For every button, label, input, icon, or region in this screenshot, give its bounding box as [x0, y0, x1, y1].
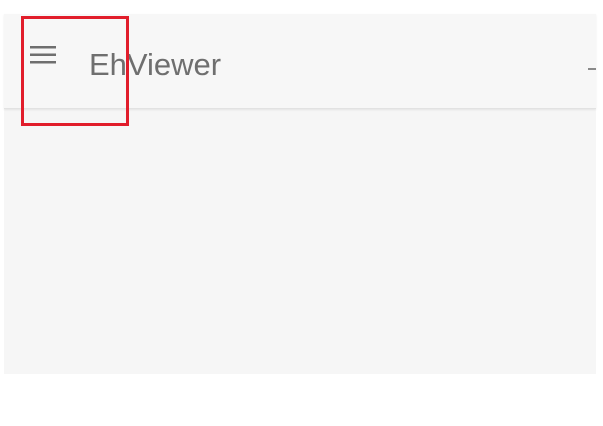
more-icon-mark: [588, 68, 596, 70]
menu-button[interactable]: [26, 40, 60, 70]
content-area: [4, 110, 596, 374]
more-icon[interactable]: [586, 60, 596, 80]
app-title: EhViewer: [89, 47, 222, 82]
hamburger-menu-icon: [30, 46, 56, 64]
